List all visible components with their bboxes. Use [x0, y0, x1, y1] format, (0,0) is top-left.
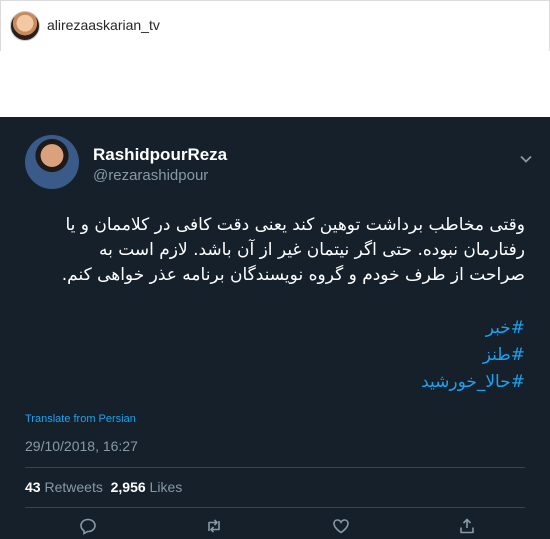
tweet-display-name[interactable]: RashidpourReza	[93, 145, 227, 165]
hashtag-link[interactable]: #طنز	[421, 342, 525, 369]
tweet-avatar[interactable]	[25, 135, 79, 189]
username-link[interactable]: alirezaaskarian_tv	[47, 17, 160, 33]
tweet-timestamp[interactable]: 29/10/2018, 16:27	[25, 438, 138, 454]
tweet-stats: 43 Retweets 2,956 Likes	[25, 479, 182, 495]
tweet-text-line: رفتارمان نبوده. حتی اگر نیتمان غیر از آن…	[98, 240, 525, 260]
like-label[interactable]: Likes	[150, 479, 183, 495]
retweet-label[interactable]: Retweets	[44, 479, 102, 495]
heart-icon[interactable]	[332, 517, 350, 535]
hashtag-link[interactable]: #خبر	[421, 315, 525, 342]
chevron-down-icon[interactable]	[519, 151, 533, 165]
tweet-actions	[0, 515, 550, 539]
avatar[interactable]	[10, 11, 40, 41]
like-count[interactable]: 2,956	[111, 479, 146, 495]
post-header: alirezaaskarian_tv	[0, 0, 550, 52]
translate-link[interactable]: Translate from Persian	[25, 413, 136, 425]
tweet-text: وقتی مخاطب برداشت توهین کند یعنی دقت کاف…	[25, 213, 525, 288]
divider	[25, 507, 525, 508]
reply-icon[interactable]	[79, 517, 97, 535]
divider	[25, 467, 525, 468]
hashtag-list: #خبر #طنز #حالا_خورشید	[421, 315, 525, 396]
tweet-handle[interactable]: @rezarashidpour	[93, 167, 208, 184]
hashtag-link[interactable]: #حالا_خورشید	[421, 369, 525, 396]
image-top-margin	[0, 51, 550, 117]
tweet-card: RashidpourReza @rezarashidpour وقتی مخاط…	[0, 117, 550, 539]
tweet-text-line: وقتی مخاطب برداشت توهین کند یعنی دقت کاف…	[65, 215, 525, 235]
retweet-icon[interactable]	[205, 517, 223, 535]
share-icon[interactable]	[458, 517, 476, 535]
tweet-text-line: صراحت از طرف خودم و گروه نویسندگان برنام…	[61, 265, 525, 285]
retweet-count[interactable]: 43	[25, 479, 41, 495]
